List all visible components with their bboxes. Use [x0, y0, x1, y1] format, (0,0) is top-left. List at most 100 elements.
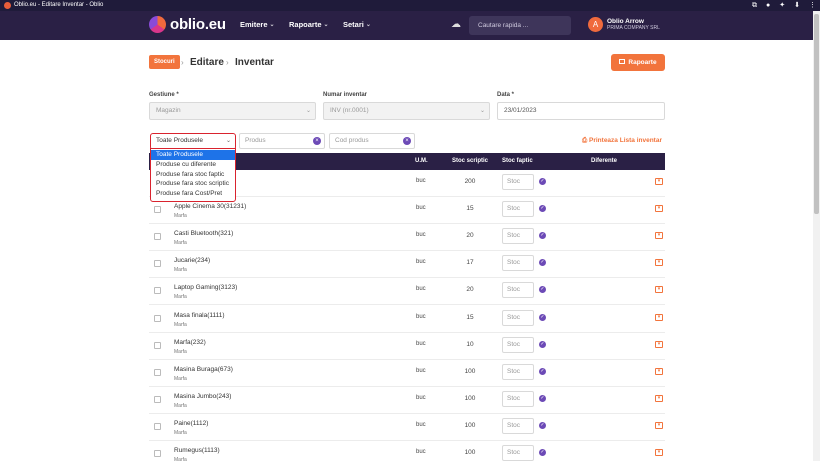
product-name: Masa finala(1111) — [174, 311, 225, 319]
row-checkbox[interactable] — [154, 287, 161, 295]
expand-caret-icon[interactable]: ▾ — [655, 367, 663, 375]
row-checkbox[interactable] — [154, 314, 161, 322]
nav-label: Emitere — [240, 20, 268, 29]
chevron-down-icon: ⌄ — [365, 22, 371, 28]
nav-setari[interactable]: Setari ⌄ — [343, 20, 371, 29]
confirm-check-icon[interactable]: ✓ — [539, 367, 546, 375]
product-filter-dropdown: Toate Produsele Produse cu diferente Pro… — [150, 148, 236, 202]
browser-title: Oblio.eu - Editare Inventar - Oblio — [14, 2, 104, 8]
breadcrumb-stocuri[interactable]: Stocuri — [149, 55, 180, 69]
row-checkbox[interactable] — [154, 260, 161, 268]
product-category: Marfa — [174, 213, 187, 220]
filter-option[interactable]: Produse fara Cost/Pret — [151, 189, 235, 199]
rapoarte-button-label: Rapoarte — [628, 59, 657, 66]
user-menu[interactable]: A Oblio Arrow PRIMA COMPANY SRL — [588, 17, 660, 32]
confirm-check-icon[interactable]: ✓ — [539, 394, 546, 402]
page-scrollbar[interactable] — [813, 11, 820, 461]
product-um: buc — [416, 205, 426, 212]
gestiune-select[interactable]: Magazin ⌄ — [149, 102, 316, 120]
breadcrumb-editare[interactable]: Editare — [190, 56, 224, 69]
numar-inventar-select[interactable]: INV (nr.0001) ⌄ — [323, 102, 490, 120]
product-category: Marfa — [174, 240, 187, 247]
logo[interactable]: oblio.eu — [149, 16, 226, 33]
expand-caret-icon[interactable]: ▾ — [655, 286, 663, 294]
expand-caret-icon[interactable]: ▾ — [655, 394, 663, 402]
confirm-check-icon[interactable]: ✓ — [539, 449, 546, 456]
expand-caret-icon[interactable]: ▾ — [655, 313, 663, 321]
filter-option[interactable]: Produse cu diferente — [151, 160, 235, 170]
product-name: Casti Bluetooth(321) — [174, 230, 234, 238]
row-checkbox[interactable] — [154, 206, 161, 214]
expand-caret-icon[interactable]: ▾ — [655, 178, 663, 185]
cod-produs-placeholder: Cod produs — [335, 137, 369, 144]
stoc-faptic-input[interactable]: Stoc — [502, 309, 534, 326]
stoc-faptic-input[interactable]: Stoc — [502, 255, 534, 272]
rapoarte-button[interactable]: Rapoarte — [611, 54, 665, 71]
cloud-sync-icon[interactable]: ☁ — [451, 19, 461, 31]
menu-dots-icon[interactable]: ⋮ — [809, 1, 816, 10]
confirm-check-icon[interactable]: ✓ — [539, 259, 546, 267]
logo-text: oblio.eu — [170, 16, 226, 33]
scrollbar-thumb[interactable] — [814, 14, 819, 214]
expand-caret-icon[interactable]: ▾ — [655, 421, 663, 429]
stoc-faptic-input[interactable]: Stoc — [502, 445, 534, 461]
product-name: Apple Cinema 30(31231) — [174, 203, 247, 211]
confirm-check-icon[interactable]: ✓ — [539, 205, 546, 213]
browser-tab[interactable]: Oblio.eu - Editare Inventar - Oblio — [4, 1, 103, 10]
stoc-faptic-input[interactable]: Stoc — [502, 363, 534, 380]
expand-caret-icon[interactable]: ▾ — [655, 205, 663, 213]
product-name: Paine(1112) — [174, 419, 209, 427]
profile-icon[interactable]: ● — [766, 1, 770, 10]
confirm-check-icon[interactable]: ✓ — [539, 286, 546, 294]
download-icon[interactable]: ⬇ — [794, 1, 800, 10]
extensions-icon[interactable]: ✦ — [779, 1, 785, 10]
filter-option[interactable]: Produse fara stoc scriptic — [151, 179, 235, 189]
row-checkbox[interactable] — [154, 368, 161, 376]
product-category: Marfa — [174, 267, 187, 274]
stoc-faptic-input[interactable]: Stoc — [502, 417, 534, 434]
numar-inventar-value: INV (nr.0001) — [330, 107, 369, 114]
stoc-faptic-input[interactable]: Stoc — [502, 228, 534, 245]
stoc-faptic-input[interactable]: Stoc — [502, 174, 534, 190]
stoc-scriptic-value: 15 — [466, 313, 474, 321]
stoc-faptic-input[interactable]: Stoc — [502, 390, 534, 407]
filter-option[interactable]: Produse fara stoc faptic — [151, 170, 235, 180]
stoc-faptic-input[interactable]: Stoc — [502, 336, 534, 353]
row-checkbox[interactable] — [154, 341, 161, 349]
data-input[interactable]: 23/01/2023 — [497, 102, 665, 120]
nav-emitere[interactable]: Emitere ⌄ — [240, 20, 275, 29]
user-name: Oblio Arrow — [607, 17, 644, 25]
produs-filter-input[interactable]: Produs × — [239, 133, 325, 149]
col-diferente: Diferente — [591, 158, 618, 164]
nav-rapoarte[interactable]: Rapoarte ⌄ — [289, 20, 329, 29]
expand-caret-icon[interactable]: ▾ — [655, 449, 663, 456]
filter-option[interactable]: Toate Produsele — [151, 150, 235, 160]
confirm-check-icon[interactable]: ✓ — [539, 178, 546, 185]
expand-caret-icon[interactable]: ▾ — [655, 232, 663, 240]
print-inventory-link[interactable]: ⎙ Printeaza Lista inventar — [582, 137, 662, 145]
produs-placeholder: Produs — [245, 137, 266, 144]
stoc-faptic-input[interactable]: Stoc — [502, 201, 534, 218]
row-checkbox[interactable] — [154, 422, 161, 430]
clear-icon[interactable]: × — [403, 137, 411, 145]
col-stoc-faptic: Stoc faptic — [502, 158, 533, 164]
expand-caret-icon[interactable]: ▾ — [655, 340, 663, 348]
table-row: Casti Bluetooth(321) Marfa buc 20 Stoc ✓ ▾ — [149, 224, 665, 252]
product-name: Jucarie(234) — [174, 257, 211, 265]
quick-search-input[interactable]: Cautare rapida ... — [469, 16, 571, 35]
confirm-check-icon[interactable]: ✓ — [539, 340, 546, 348]
expand-caret-icon[interactable]: ▾ — [655, 259, 663, 267]
row-checkbox[interactable] — [154, 450, 161, 457]
confirm-check-icon[interactable]: ✓ — [539, 421, 546, 429]
table-row: Paine(1112) Marfa buc 100 Stoc ✓ ▾ — [149, 414, 665, 441]
chevron-down-icon: ⌄ — [269, 22, 275, 28]
translate-icon[interactable]: ⧉ — [752, 1, 757, 10]
row-checkbox[interactable] — [154, 395, 161, 403]
confirm-check-icon[interactable]: ✓ — [539, 232, 546, 240]
cod-produs-filter-input[interactable]: Cod produs × — [329, 133, 415, 149]
clear-icon[interactable]: × — [313, 137, 321, 145]
product-um: buc — [416, 340, 426, 347]
row-checkbox[interactable] — [154, 233, 161, 241]
stoc-faptic-input[interactable]: Stoc — [502, 282, 534, 299]
confirm-check-icon[interactable]: ✓ — [539, 313, 546, 321]
